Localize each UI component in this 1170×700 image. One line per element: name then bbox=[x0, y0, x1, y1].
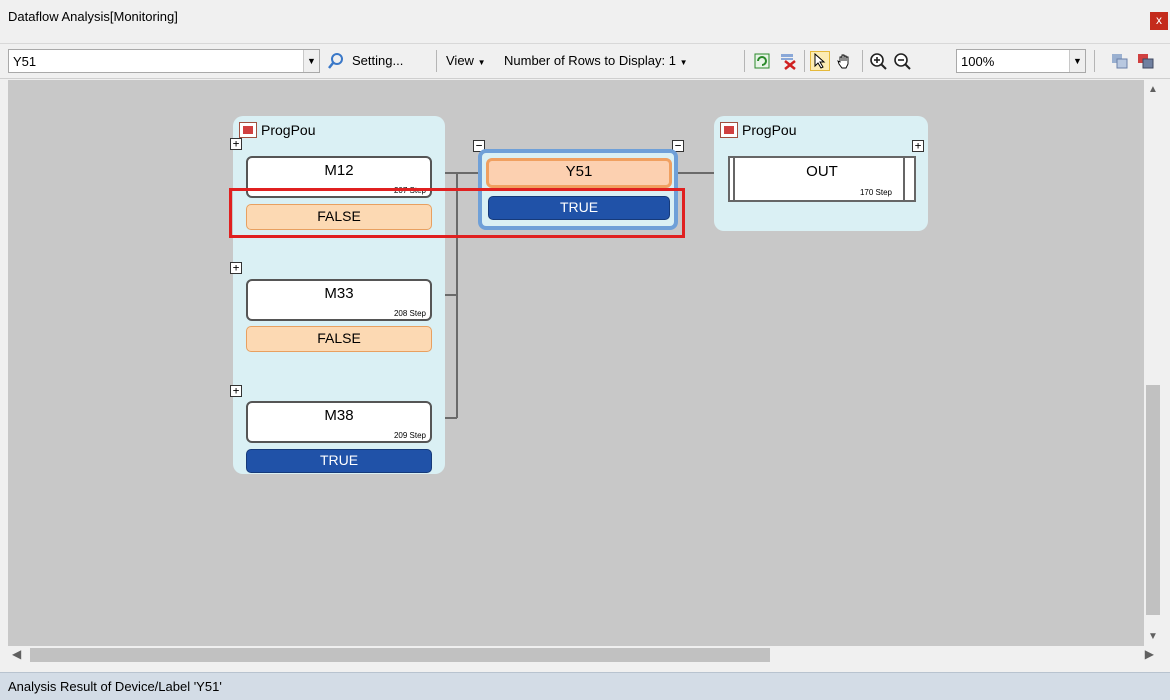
program-pou-icon bbox=[239, 122, 257, 138]
chevron-right-icon[interactable]: ▶ bbox=[1145, 647, 1154, 661]
toolbar-separator bbox=[804, 50, 805, 72]
zoom-combobox[interactable]: 100% ▼ bbox=[956, 49, 1086, 73]
horizontal-scrollbar[interactable]: ◀ ▶ bbox=[8, 646, 1162, 664]
zoom-out-icon[interactable] bbox=[892, 51, 912, 71]
title-bar: Dataflow Analysis[Monitoring] x bbox=[0, 0, 1170, 38]
close-button[interactable]: x bbox=[1150, 12, 1168, 30]
hand-icon[interactable] bbox=[834, 51, 854, 71]
chevron-left-icon[interactable]: ◀ bbox=[12, 647, 21, 661]
vertical-scroll-thumb[interactable] bbox=[1146, 385, 1160, 615]
value-badge-true: TRUE bbox=[488, 196, 670, 220]
vertical-scrollbar[interactable]: ▲ ▼ bbox=[1144, 80, 1162, 646]
toolbar-separator bbox=[1094, 50, 1095, 72]
value-badge-true: TRUE bbox=[246, 449, 432, 473]
toolbar-separator bbox=[744, 50, 745, 72]
window-title: Dataflow Analysis[Monitoring] bbox=[8, 9, 178, 24]
chevron-up-icon[interactable]: ▲ bbox=[1144, 84, 1162, 95]
program-pou-icon bbox=[720, 122, 738, 138]
instruction-label: OUT bbox=[806, 163, 838, 180]
print-icon[interactable] bbox=[1136, 51, 1156, 71]
expand-plus-icon[interactable]: + bbox=[912, 140, 924, 152]
device-node-m38[interactable]: M38 209 Step bbox=[246, 401, 432, 443]
step-label: 209 Step bbox=[393, 431, 426, 440]
device-label: M12 bbox=[324, 162, 354, 179]
chevron-down-icon[interactable]: ▼ bbox=[1144, 631, 1162, 642]
toolbar-separator bbox=[436, 50, 437, 72]
step-label: 208 Step bbox=[393, 309, 426, 318]
target-node-y51[interactable]: Y51 bbox=[486, 158, 672, 188]
chevron-down-icon: ▼ bbox=[679, 58, 688, 67]
zoom-value: 100% bbox=[961, 54, 995, 69]
rows-label: Number of Rows to Display: 1 bbox=[504, 53, 676, 68]
pointer-icon[interactable] bbox=[810, 51, 830, 71]
device-node-m12[interactable]: M12 207 Step bbox=[246, 156, 432, 198]
refresh-icon[interactable] bbox=[752, 51, 772, 71]
clear-icon[interactable] bbox=[778, 51, 798, 71]
step-label: 207 Step bbox=[393, 186, 426, 195]
chevron-down-icon: ▼ bbox=[477, 58, 486, 67]
instruction-node-out[interactable]: OUT 170 Step bbox=[728, 156, 916, 202]
device-label: M33 bbox=[324, 285, 354, 302]
status-text: Analysis Result of Device/Label 'Y51' bbox=[8, 679, 222, 694]
view-menu-button[interactable]: View ▼ bbox=[446, 53, 486, 68]
search-icon[interactable] bbox=[326, 51, 346, 71]
zoom-in-icon[interactable] bbox=[868, 51, 888, 71]
expand-plus-icon[interactable]: + bbox=[230, 138, 242, 150]
expand-plus-icon[interactable]: + bbox=[230, 385, 242, 397]
expand-plus-icon[interactable]: + bbox=[230, 262, 242, 274]
output-group-header: ProgPou bbox=[720, 122, 796, 138]
device-node-m33[interactable]: M33 208 Step bbox=[246, 279, 432, 321]
value-badge-false: FALSE bbox=[246, 326, 432, 352]
chevron-down-icon[interactable]: ▼ bbox=[303, 50, 319, 72]
rows-to-display-button[interactable]: Number of Rows to Display: 1 ▼ bbox=[504, 53, 688, 68]
view-label: View bbox=[446, 53, 474, 68]
value-badge-false: FALSE bbox=[246, 204, 432, 230]
device-combobox[interactable]: Y51 ▼ bbox=[8, 49, 320, 73]
export-icon[interactable] bbox=[1110, 51, 1130, 71]
input-group-title: ProgPou bbox=[261, 122, 316, 138]
toolbar-separator bbox=[862, 50, 863, 72]
output-group-title: ProgPou bbox=[742, 122, 797, 138]
dataflow-canvas[interactable]: ProgPou + M12 207 Step FALSE + M33 208 S… bbox=[8, 80, 1144, 646]
device-combobox-value: Y51 bbox=[13, 54, 37, 69]
status-bar: Analysis Result of Device/Label 'Y51' bbox=[0, 672, 1170, 700]
chevron-down-icon[interactable]: ▼ bbox=[1069, 50, 1085, 72]
device-label: M38 bbox=[324, 407, 354, 424]
setting-button[interactable]: Setting... bbox=[352, 53, 403, 68]
input-group-header: ProgPou bbox=[239, 122, 315, 138]
horizontal-scroll-thumb[interactable] bbox=[30, 648, 770, 662]
step-label: 170 Step bbox=[859, 188, 892, 197]
toolbar: Y51 ▼ Setting... View ▼ Number of Rows t… bbox=[0, 43, 1170, 79]
